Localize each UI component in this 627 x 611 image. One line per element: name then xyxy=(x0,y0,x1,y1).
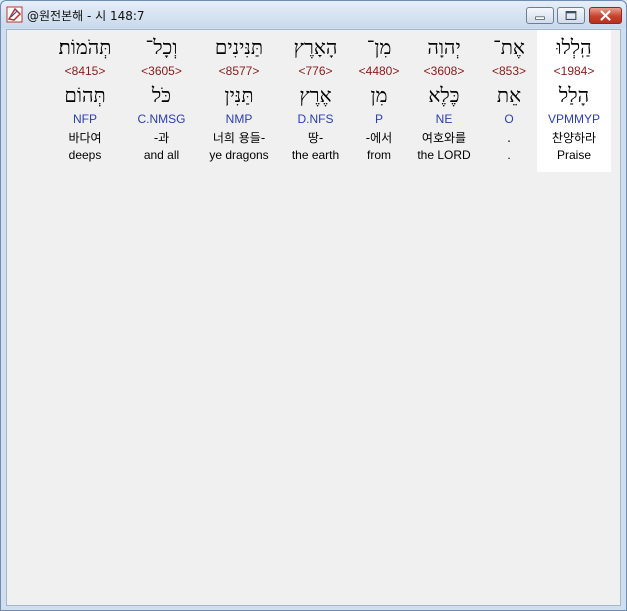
strong-number[interactable]: <8577> xyxy=(198,64,280,78)
hebrew-root: תְּהוֹם xyxy=(64,83,106,107)
word-column[interactable]: הַֽלְלוּ <1984> הָלַל VPMMYP 찬양하라 Praise xyxy=(537,30,611,172)
english-gloss: the earth xyxy=(291,148,340,162)
morphology-code: D.NFS xyxy=(297,112,334,126)
hebrew-root: מִן xyxy=(370,83,388,107)
hebrew-word: הַֽלְלוּ xyxy=(556,35,592,59)
morphology-code: NE xyxy=(435,112,453,126)
morphology-code: O xyxy=(504,112,514,126)
window-title: @원전본해 - 시 148:7 xyxy=(27,9,145,23)
interlinear-view[interactable]: הַֽלְלוּ <1984> הָלַל VPMMYP 찬양하라 Praise… xyxy=(6,29,621,606)
hebrew-root: הָלַל xyxy=(558,83,590,107)
hebrew-root: כֹּל xyxy=(151,83,172,107)
minimize-button[interactable] xyxy=(526,7,554,24)
word-column[interactable]: אֶת־ <853> אֵת O . . xyxy=(481,30,537,172)
strong-number[interactable]: <776> xyxy=(280,64,351,78)
english-gloss: Praise xyxy=(556,148,591,162)
hebrew-root: אֵת xyxy=(496,83,522,107)
word-column[interactable]: יְהוָה <3608> כֶּלֶא NE 여호와를 the LORD xyxy=(407,30,481,172)
english-gloss: ye dragons xyxy=(209,148,269,162)
app-icon xyxy=(6,6,23,23)
korean-gloss: 너희 용들- xyxy=(212,131,266,145)
strong-number[interactable]: <4480> xyxy=(351,64,407,78)
strong-number[interactable]: <1984> xyxy=(537,64,611,78)
english-gloss: deeps xyxy=(68,148,102,162)
hebrew-root: אֶרֶץ xyxy=(299,83,332,107)
morphology-code: C.NMSG xyxy=(137,112,186,126)
strong-number[interactable]: <3605> xyxy=(125,64,198,78)
title-bar[interactable]: @원전본해 - 시 148:7 xyxy=(1,1,626,28)
english-gloss: the LORD xyxy=(417,148,471,162)
word-column[interactable]: הָאָרֶץ <776> אֶרֶץ D.NFS 땅- the earth xyxy=(280,30,351,172)
morphology-code: P xyxy=(374,112,383,126)
hebrew-word: הָאָרֶץ xyxy=(293,35,338,59)
hebrew-word: תְּהֹמוֹת׃ xyxy=(58,35,112,59)
english-gloss: . xyxy=(507,148,511,162)
hebrew-word: מִן־ xyxy=(366,35,392,59)
english-gloss: from xyxy=(367,148,391,162)
morphology-code: VPMMYP xyxy=(547,112,600,126)
morphology-code: NMP xyxy=(225,112,253,126)
korean-gloss: 땅- xyxy=(307,131,324,145)
hebrew-word: וְכָל־ xyxy=(145,35,178,59)
hebrew-root: תַּנִּין xyxy=(224,83,254,107)
english-gloss: and all xyxy=(143,148,180,162)
maximize-button[interactable] xyxy=(557,7,585,24)
close-button[interactable] xyxy=(589,7,622,24)
morphology-code: NFP xyxy=(73,112,97,126)
word-column[interactable]: תְּהֹמוֹת׃ <8415> תְּהוֹם NFP 바다여 deeps xyxy=(45,30,125,172)
word-column[interactable]: תַּנִּינִים <8577> תַּנִּין NMP 너희 용들- y… xyxy=(198,30,280,172)
strong-number[interactable]: <3608> xyxy=(407,64,481,78)
korean-gloss: 여호와를 xyxy=(421,131,467,145)
hebrew-word: יְהוָה xyxy=(427,35,461,59)
hebrew-root: כֶּלֶא xyxy=(428,83,460,107)
korean-gloss: 찬양하라 xyxy=(551,131,597,145)
korean-gloss: -과 xyxy=(153,131,170,145)
korean-gloss: . xyxy=(507,131,511,145)
word-column[interactable]: מִן־ <4480> מִן P -에서 from xyxy=(351,30,407,172)
strong-number[interactable]: <853> xyxy=(481,64,537,78)
korean-gloss: 바다여 xyxy=(68,131,102,145)
hebrew-word: אֶת־ xyxy=(493,35,525,59)
word-column[interactable]: וְכָל־ <3605> כֹּל C.NMSG -과 and all xyxy=(125,30,198,172)
strong-number[interactable]: <8415> xyxy=(45,64,125,78)
hebrew-word: תַּנִּינִים xyxy=(214,35,264,59)
app-window: @원전본해 - 시 148:7 הַֽלְלוּ <1984> הָלַל VP… xyxy=(0,0,627,611)
korean-gloss: -에서 xyxy=(365,131,393,145)
